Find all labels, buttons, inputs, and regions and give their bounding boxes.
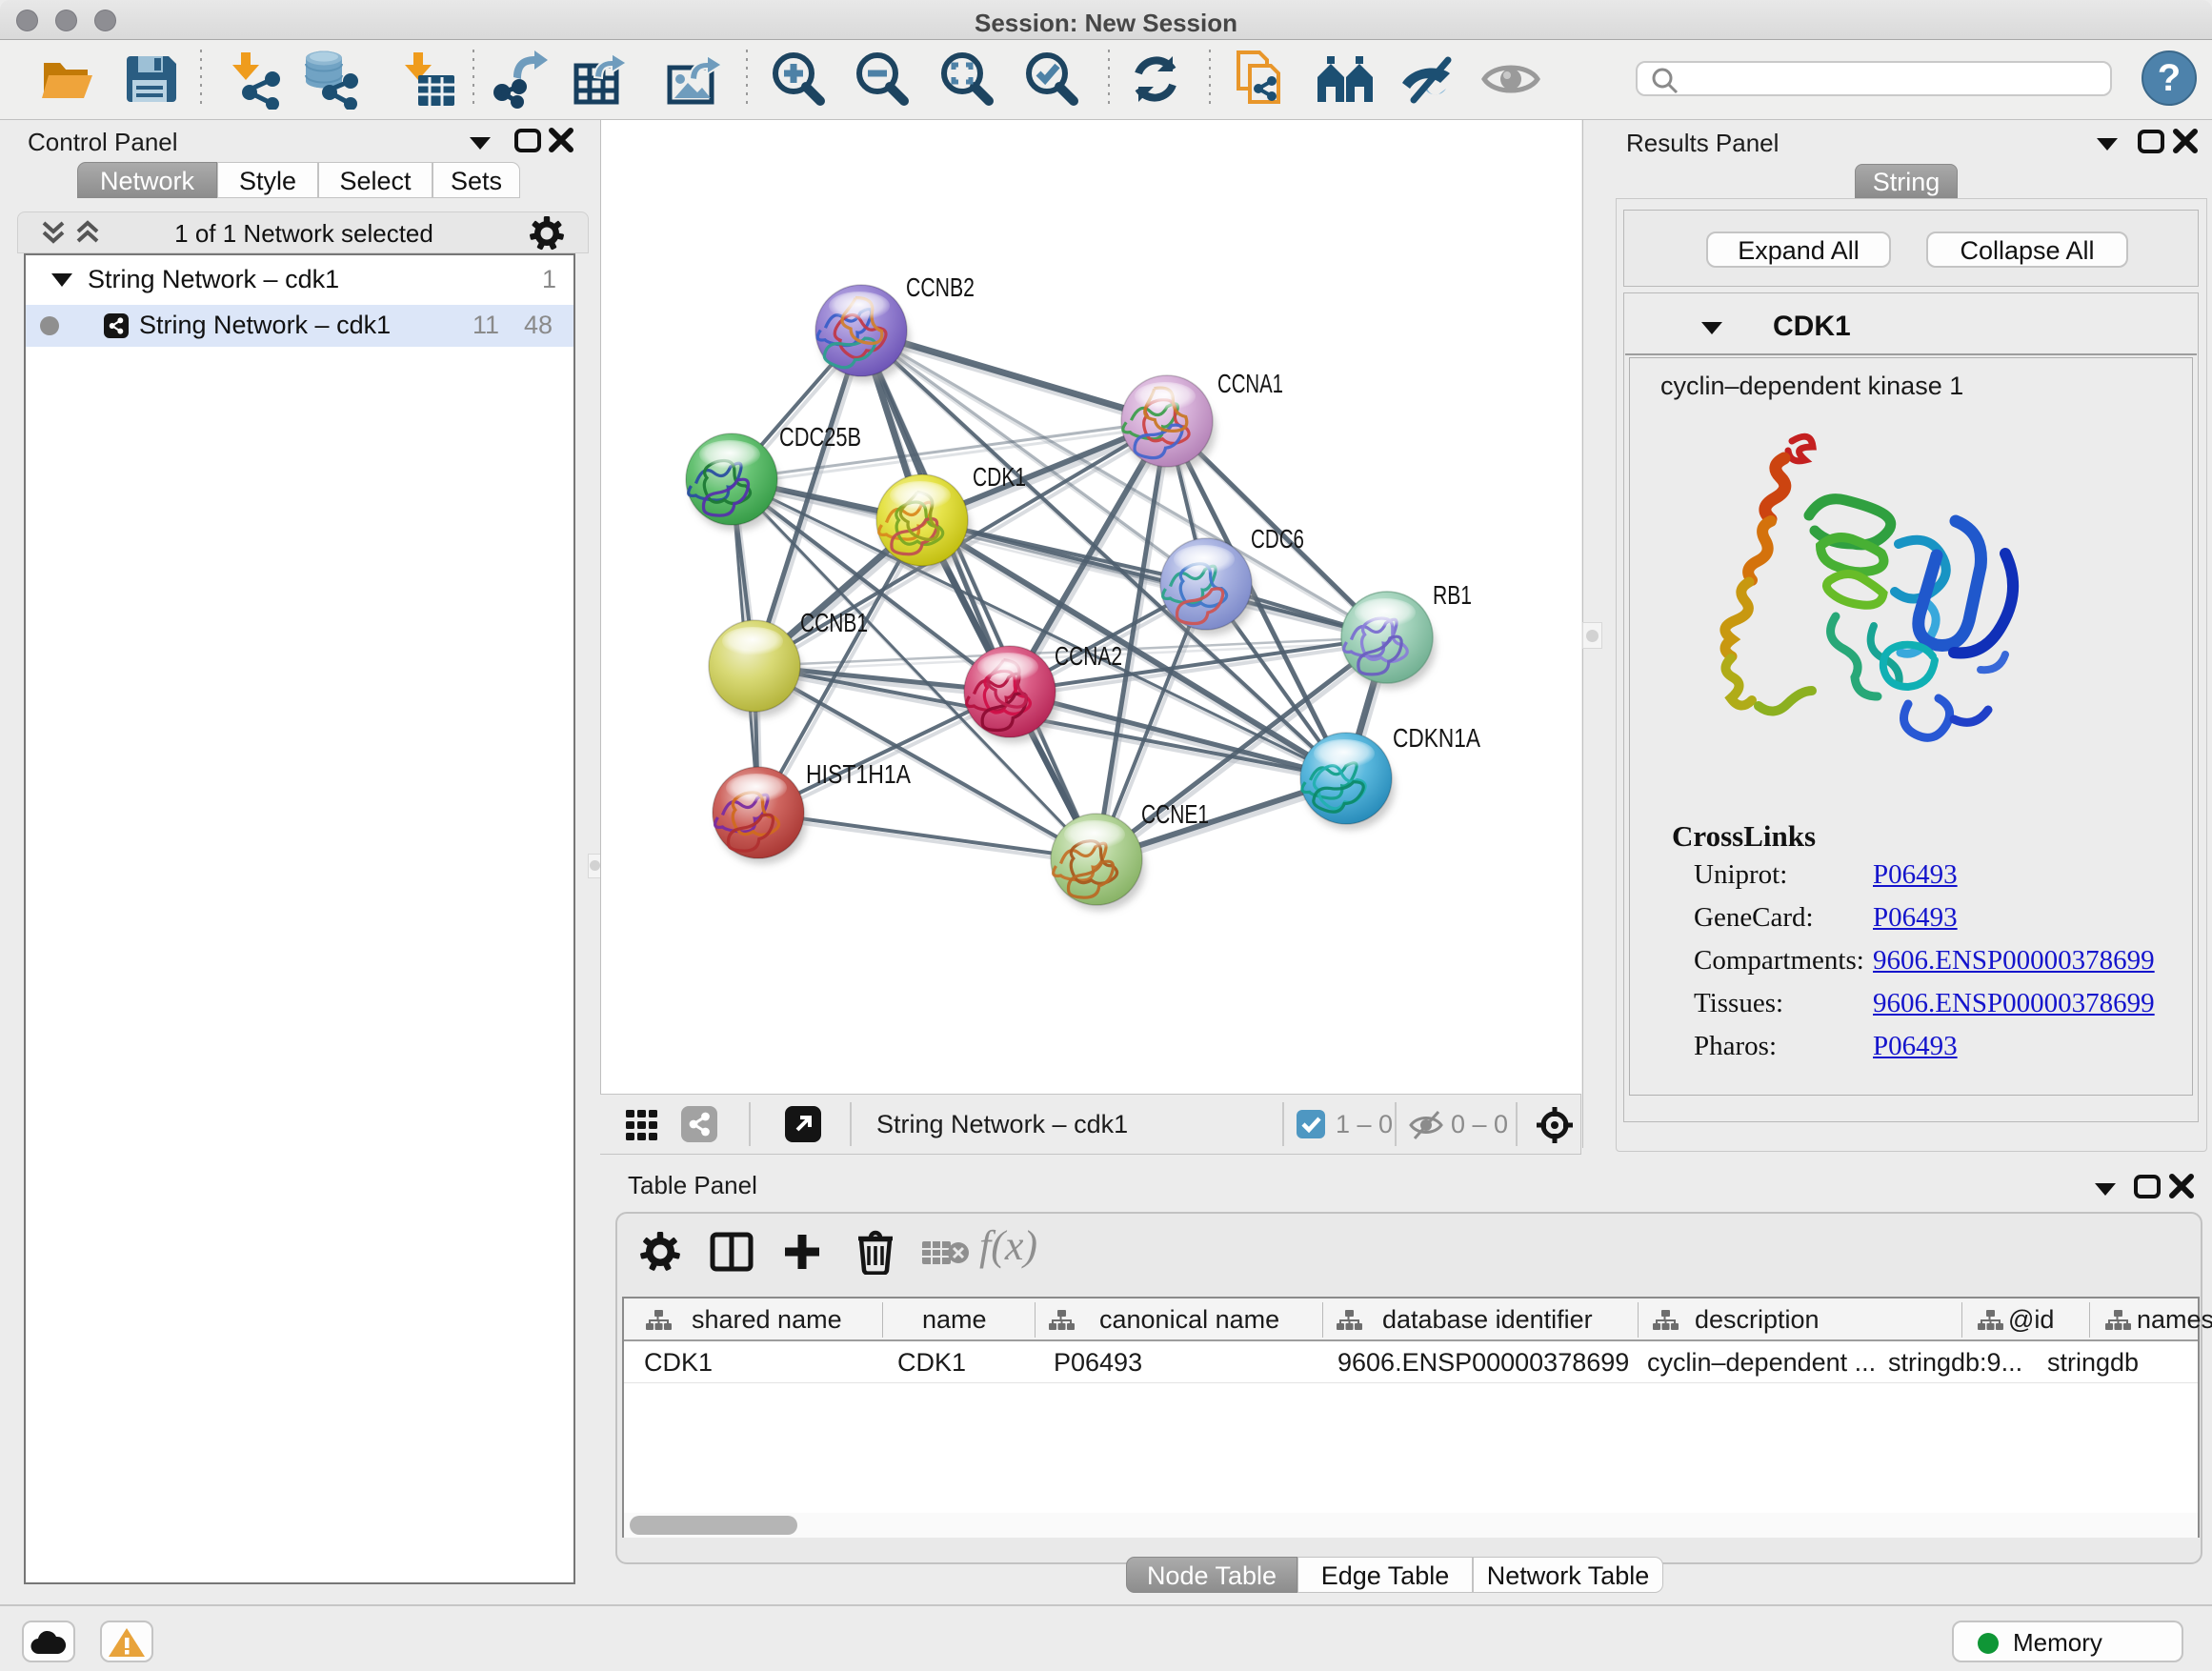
svg-text:CCNB1: CCNB1 bbox=[800, 608, 868, 637]
svg-text:?: ? bbox=[2158, 57, 2181, 99]
svg-text:HIST1H1A: HIST1H1A bbox=[806, 759, 911, 789]
svg-text:CDC6: CDC6 bbox=[1251, 524, 1304, 554]
svg-text:CCNA1: CCNA1 bbox=[1217, 369, 1283, 398]
svg-text:CDC25B: CDC25B bbox=[779, 422, 861, 452]
svg-text:CCNB2: CCNB2 bbox=[906, 272, 975, 302]
svg-text:CCNA2: CCNA2 bbox=[1055, 641, 1122, 671]
svg-text:CCNE1: CCNE1 bbox=[1141, 799, 1209, 829]
svg-text:RB1: RB1 bbox=[1433, 580, 1472, 610]
svg-text:CDKN1A: CDKN1A bbox=[1393, 723, 1480, 753]
svg-text:CDK1: CDK1 bbox=[973, 462, 1026, 492]
